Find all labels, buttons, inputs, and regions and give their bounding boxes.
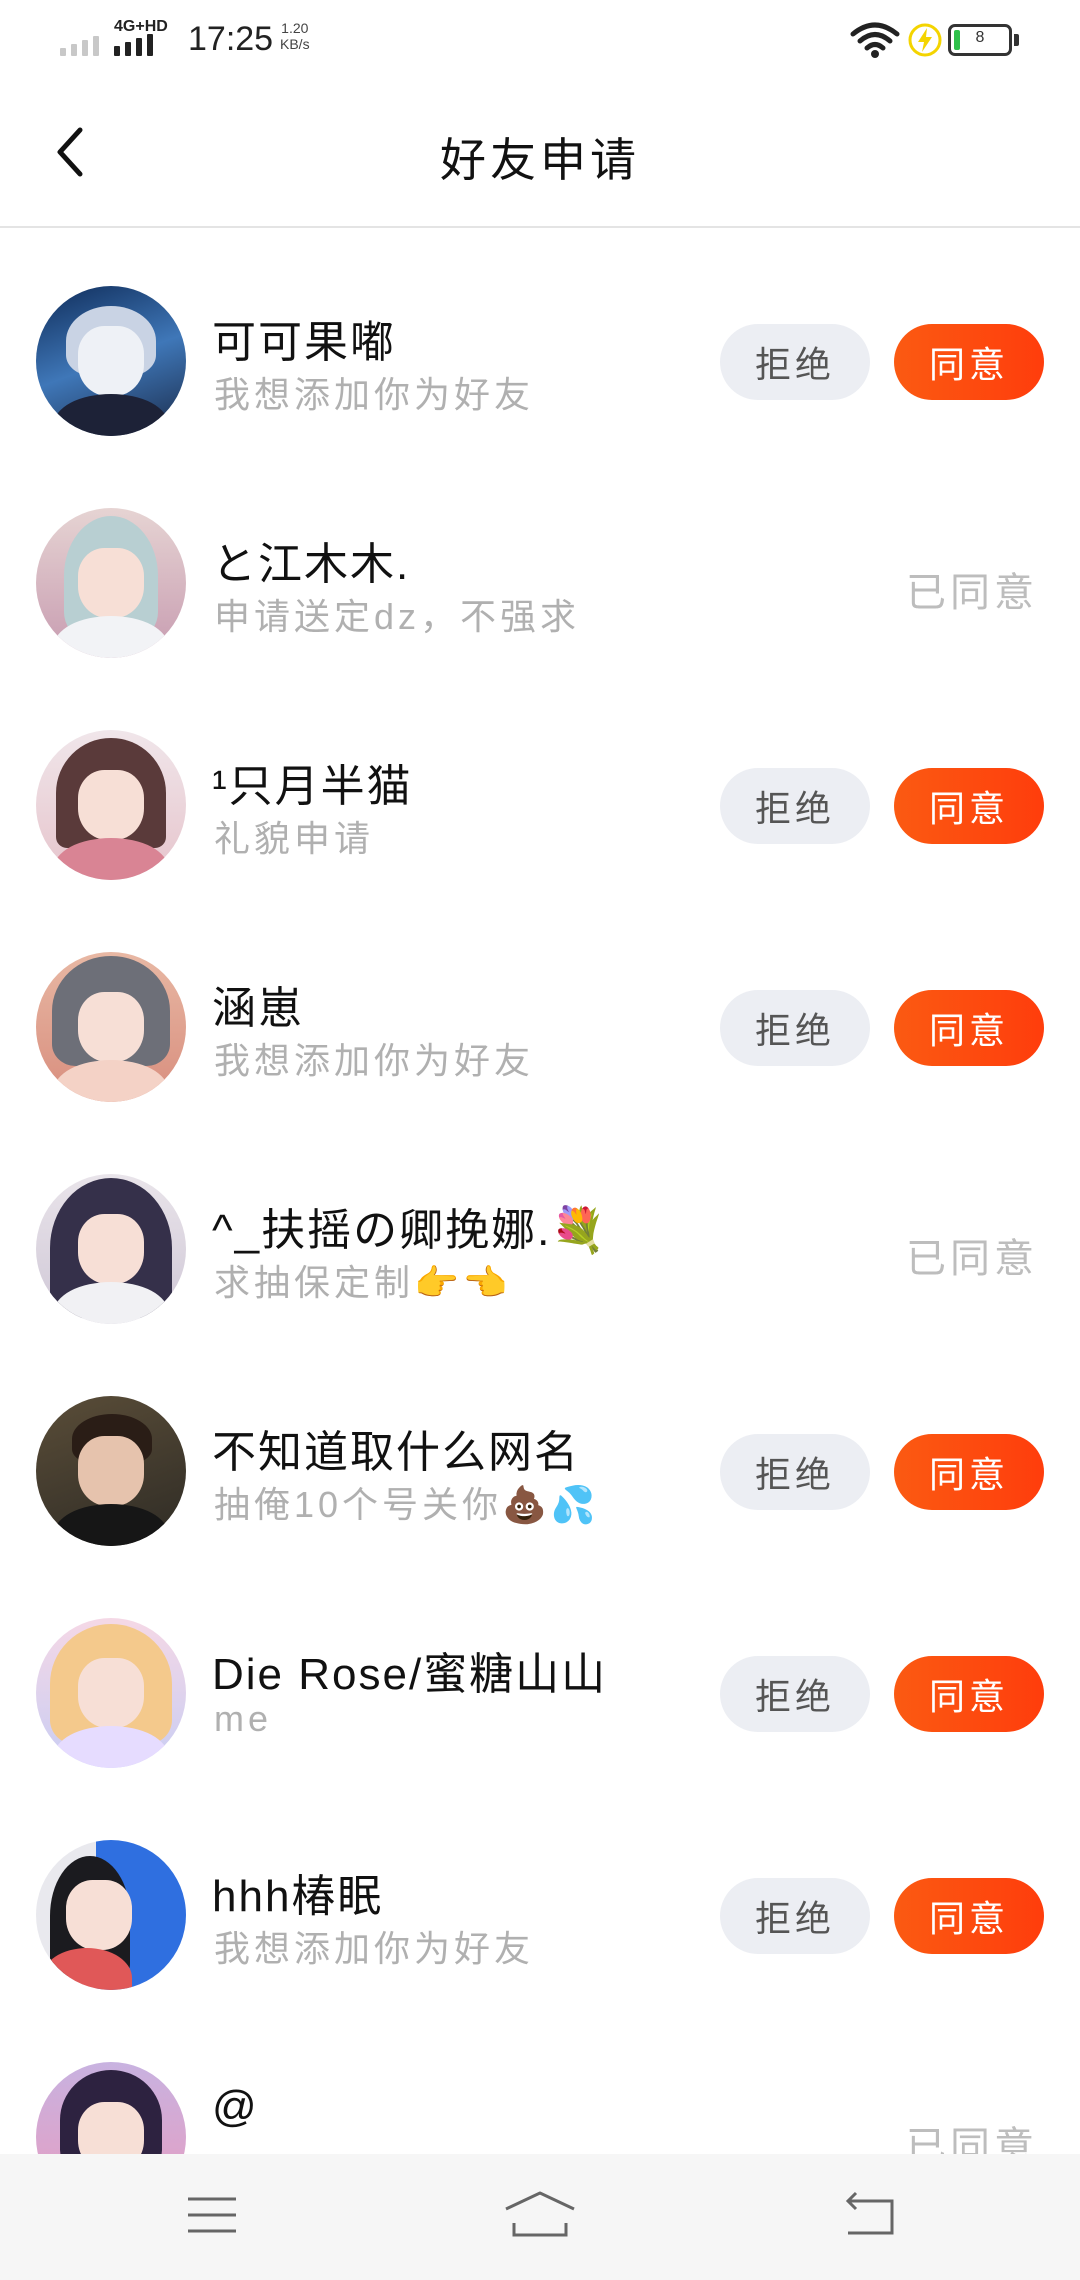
avatar[interactable]: [36, 730, 186, 880]
wifi-icon: [850, 20, 900, 65]
home-icon: [505, 2191, 575, 2237]
battery-tip: [1014, 34, 1019, 46]
requester-name: 可可果嘟: [212, 318, 396, 367]
accept-button[interactable]: 同意: [894, 324, 1044, 400]
charging-icon: [908, 22, 942, 63]
back-arrow-icon: [845, 2191, 894, 2235]
request-item: hhh椿眠 我想添加你为好友 拒绝 同意: [0, 1782, 1080, 2004]
request-item: 可可果嘟 我想添加你为好友 拒绝 同意: [0, 228, 1080, 450]
requester-name: と江木木.: [212, 540, 411, 589]
status-time: 17:25: [188, 20, 274, 58]
back-nav-button[interactable]: [830, 2180, 910, 2250]
requester-name: ^_扶摇の卿挽娜.💐: [212, 1206, 609, 1255]
network-speed-value: 1.20: [281, 20, 309, 36]
system-navigation-bar: [0, 2154, 1080, 2280]
avatar[interactable]: [36, 508, 186, 658]
requester-name: ¹只月半猫: [212, 762, 413, 811]
request-item: ¹只月半猫 礼貌申请 拒绝 同意: [0, 672, 1080, 894]
menu-button[interactable]: [172, 2180, 252, 2250]
request-item: Die Rose/蜜糖山山 me 拒绝 同意: [0, 1560, 1080, 1782]
request-message: 我想添加你为好友: [214, 1928, 535, 1969]
avatar[interactable]: [36, 1840, 186, 1990]
requester-name: 涵崽: [212, 984, 304, 1033]
request-message: 申请送定dz，不强求: [214, 596, 581, 637]
agreed-status: 已同意: [906, 571, 1038, 615]
request-message: 我想添加你为好友: [214, 1040, 535, 1081]
accept-button[interactable]: 同意: [894, 1656, 1044, 1732]
reject-button[interactable]: 拒绝: [720, 1656, 870, 1732]
reject-button[interactable]: 拒绝: [720, 1878, 870, 1954]
avatar[interactable]: [36, 1174, 186, 1324]
agreed-status: 已同意: [906, 1237, 1038, 1281]
requester-name: Die Rose/蜜糖山山: [212, 1650, 608, 1699]
reject-button[interactable]: 拒绝: [720, 324, 870, 400]
request-message: 抽俺10个号关你💩💦: [214, 1484, 600, 1525]
accept-button[interactable]: 同意: [894, 1878, 1044, 1954]
avatar[interactable]: [36, 1396, 186, 1546]
accept-button[interactable]: 同意: [894, 768, 1044, 844]
request-message: 礼貌申请: [214, 818, 375, 859]
network-speed-unit: KB/s: [280, 36, 310, 52]
home-button[interactable]: [500, 2180, 580, 2250]
page-title: 好友申请: [440, 134, 640, 186]
menu-icon: [188, 2197, 236, 2233]
network-type-label: 4G+HD: [114, 18, 168, 35]
request-item: 涵崽 我想添加你为好友 拒绝 同意: [0, 894, 1080, 1116]
request-item: 不知道取什么网名 抽俺10个号关你💩💦 拒绝 同意: [0, 1338, 1080, 1560]
avatar[interactable]: [36, 1618, 186, 1768]
request-message: me: [214, 1698, 273, 1739]
battery-level: 8: [975, 29, 985, 46]
request-item: と江木木. 申请送定dz，不强求 已同意: [0, 450, 1080, 672]
request-message: 求抽保定制👉👈: [214, 1262, 512, 1303]
app-header: 好友申请: [0, 80, 1080, 228]
status-bar: 4G+HD 17:25 1.20 KB/s 8: [0, 0, 1080, 80]
requester-name: @: [212, 2082, 259, 2131]
reject-button[interactable]: 拒绝: [720, 768, 870, 844]
accept-button[interactable]: 同意: [894, 990, 1044, 1066]
reject-button[interactable]: 拒绝: [720, 990, 870, 1066]
request-message: 我想添加你为好友: [214, 374, 535, 415]
network-speed: 1.20 KB/s: [280, 20, 310, 52]
avatar[interactable]: [36, 286, 186, 436]
reject-button[interactable]: 拒绝: [720, 1434, 870, 1510]
requester-name: 不知道取什么网名: [212, 1428, 580, 1477]
battery-indicator: 8: [948, 24, 1012, 56]
request-item: ^_扶摇の卿挽娜.💐 求抽保定制👉👈 已同意: [0, 1116, 1080, 1338]
requester-name: hhh椿眠: [212, 1872, 384, 1921]
accept-button[interactable]: 同意: [894, 1434, 1044, 1510]
signal-sim1-icon: [60, 22, 99, 56]
avatar[interactable]: [36, 952, 186, 1102]
